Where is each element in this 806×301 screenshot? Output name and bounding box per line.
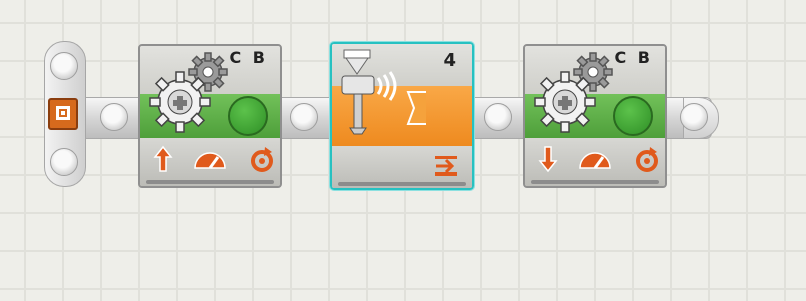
wait-sound-block[interactable]: 4	[329, 41, 475, 191]
beam-hole	[484, 103, 512, 131]
start-hole-bottom	[50, 148, 78, 176]
motor-ports-label: C B	[229, 48, 268, 67]
beam-hole	[680, 103, 708, 131]
gears-icon	[534, 52, 613, 133]
arrow-up-icon	[152, 144, 174, 178]
motor-status-indicator	[613, 96, 653, 136]
program-canvas[interactable]: C B 4 C B	[0, 0, 806, 301]
start-square-icon[interactable]	[48, 98, 78, 130]
wait-compare-icon	[432, 154, 460, 182]
motor-block[interactable]: C B	[523, 44, 667, 188]
wait-threshold-value: 4	[443, 50, 456, 71]
start-hole-top	[50, 52, 78, 80]
rotation-icon	[633, 144, 661, 178]
beam-hole	[290, 103, 318, 131]
power-gauge-icon	[577, 148, 613, 176]
beam-hole	[100, 103, 128, 131]
gears-icon	[149, 52, 228, 133]
motor-status-indicator	[228, 96, 268, 136]
sound-sensor-icon	[341, 49, 426, 135]
motor-block[interactable]: C B	[138, 44, 282, 188]
arrow-down-icon	[537, 144, 559, 178]
rotation-icon	[248, 144, 276, 178]
power-gauge-icon	[192, 148, 228, 176]
motor-ports-label: C B	[614, 48, 653, 67]
